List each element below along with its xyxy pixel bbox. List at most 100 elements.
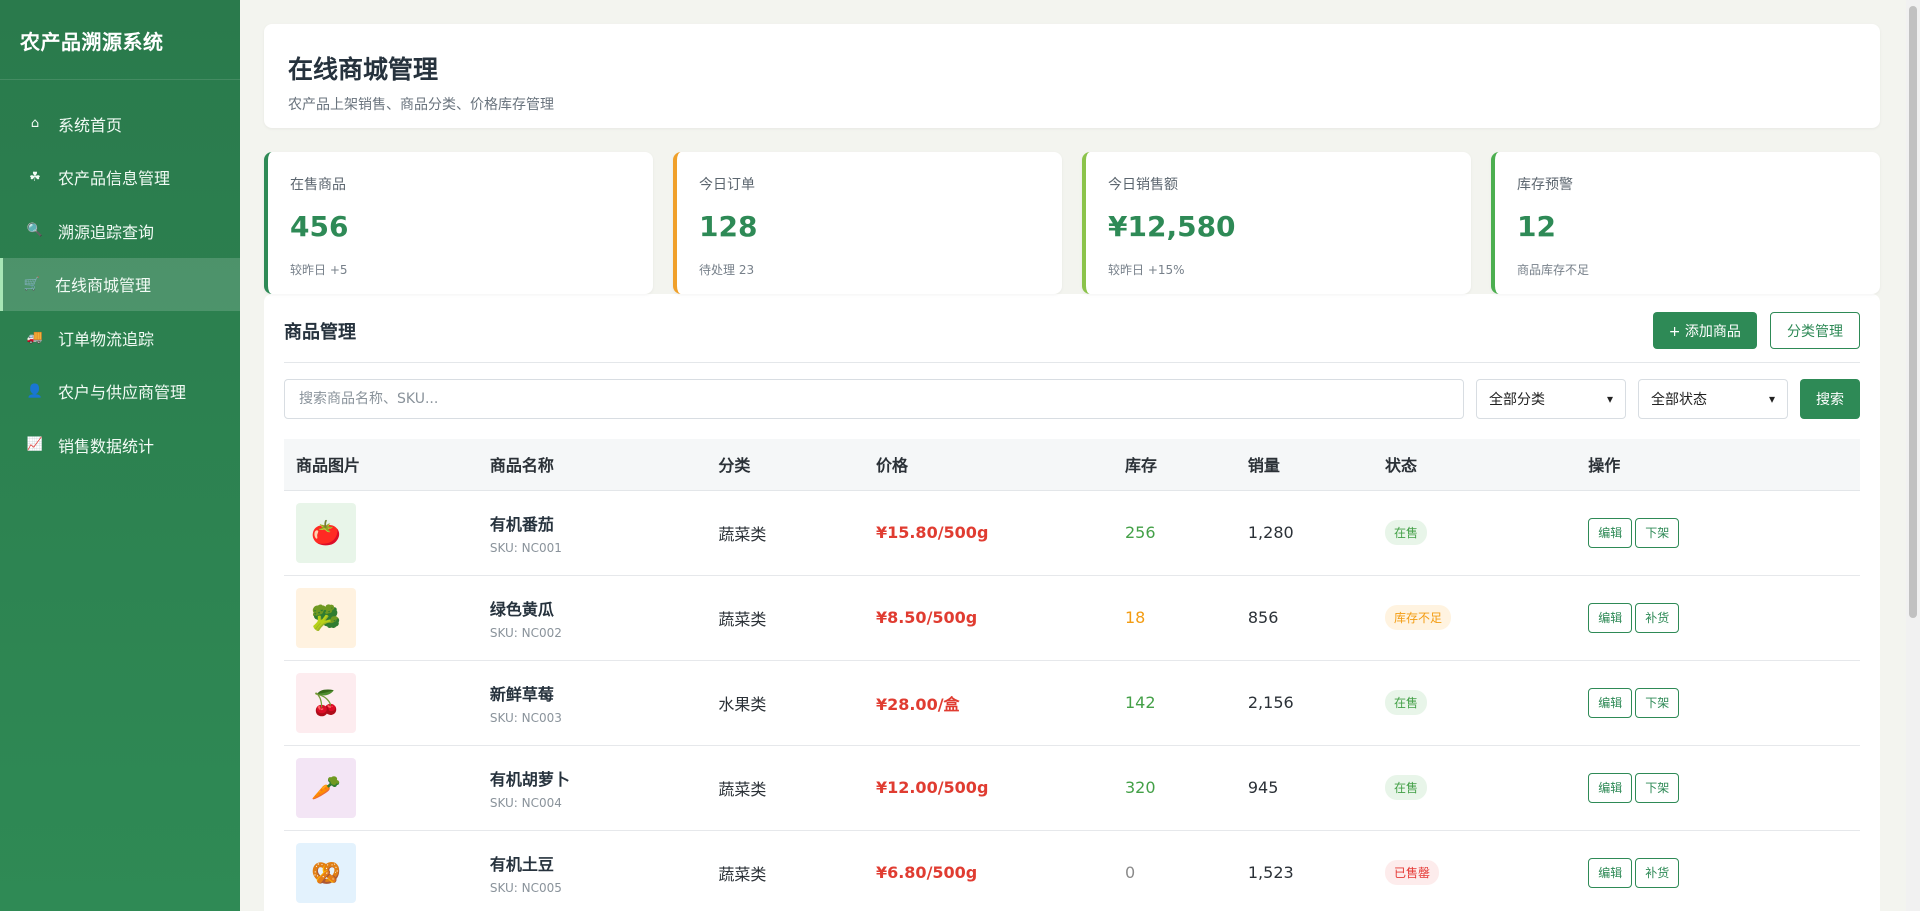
product-category: 蔬菜类 xyxy=(706,490,864,576)
edit-button[interactable]: 编辑 xyxy=(1588,602,1633,633)
table-row: 🥨 有机土豆 SKU: NC005 蔬菜类 ¥6.80/500g 0 1,523 已售罄 编辑补… xyxy=(284,830,1860,911)
nav-icon: 🔍 xyxy=(26,223,44,239)
product-name: 有机胡萝卜 xyxy=(489,769,570,789)
product-stock: 18 xyxy=(1112,575,1236,661)
stats-row: 在售商品 456 较昨日 +5 今日订单 128 待处理 23 今日销售额 ¥12,580 较昨… xyxy=(264,152,1880,294)
product-price: ¥8.50/500g xyxy=(863,575,1113,661)
scrollbar-track[interactable] xyxy=(1906,0,1920,911)
table-row: 🥦 绿色黄瓜 SKU: NC002 蔬菜类 ¥8.50/500g 18 856 库存不足 编辑补… xyxy=(284,575,1860,661)
column-header: 商品名称 xyxy=(477,439,707,491)
stat-note: 商品库存不足 xyxy=(1517,263,1590,277)
stat-label: 在售商品 xyxy=(290,177,346,193)
stat-note: 较昨日 +5 xyxy=(290,263,348,277)
row-action-button[interactable]: 补货 xyxy=(1635,857,1680,888)
stat-label: 今日销售额 xyxy=(1108,177,1178,193)
main-content: 在线商城管理 农产品上架销售、商品分类、价格库存管理 在售商品 456 较昨日 +5… xyxy=(240,0,1920,911)
product-stock: 0 xyxy=(1112,830,1236,911)
edit-button[interactable]: 编辑 xyxy=(1588,517,1633,548)
stat-value: 12 xyxy=(1517,210,1556,243)
product-sales: 945 xyxy=(1235,745,1373,831)
stat-note: 较昨日 +15% xyxy=(1108,263,1185,277)
nav-icon: 🚚 xyxy=(26,330,44,346)
product-name: 绿色黄瓜 xyxy=(489,599,554,619)
sidebar-item-label: 订单物流追踪 xyxy=(58,329,155,349)
product-sku: SKU: NC003 xyxy=(489,710,562,725)
sidebar-item-label: 农产品信息管理 xyxy=(58,169,171,189)
product-management-panel: 商品管理 + 添加商品 分类管理 全部分类 ▾ 全部状态 ▾ 搜索 商品图片商品… xyxy=(264,294,1880,911)
product-image: 🍒 xyxy=(296,672,356,733)
stat-card: 今日订单 128 待处理 23 xyxy=(673,152,1062,294)
sidebar-item-3[interactable]: 🛒 在线商城管理 xyxy=(0,257,240,311)
column-header: 销量 xyxy=(1235,439,1373,491)
table-row: 🥕 有机胡萝卜 SKU: NC004 蔬菜类 ¥12.00/500g 320 945 在售 编辑… xyxy=(284,745,1860,831)
product-table: 商品图片 商品名称 分类 价格 库存 销量 状态 操作 🍅 有机番茄 SKU: NC001 蔬菜类 ¥… xyxy=(284,439,1860,911)
status-select[interactable]: 全部状态 ▾ xyxy=(1638,379,1788,419)
product-category: 蔬菜类 xyxy=(706,575,864,661)
table-header-row: 商品图片 商品名称 分类 价格 库存 销量 状态 操作 xyxy=(284,439,1860,491)
category-select[interactable]: 全部分类 ▾ xyxy=(1476,379,1626,419)
table-row: 🍒 新鲜草莓 SKU: NC003 水果类 ¥28.00/盒 142 2,156 在售 编辑 下架 xyxy=(284,660,1860,746)
product-sales: 2,156 xyxy=(1235,660,1373,746)
product-price: ¥12.00/500g xyxy=(863,745,1113,831)
search-button[interactable]: 搜索 xyxy=(1800,379,1860,419)
status-badge: 在售 xyxy=(1384,690,1427,715)
page-subtitle: 农产品上架销售、商品分类、价格库存管理 xyxy=(288,97,554,113)
stat-value: 128 xyxy=(699,210,758,243)
stat-value: 456 xyxy=(290,210,349,243)
sidebar: 农产品溯源系统 ⌂ 系统首页 ☘ 农产品信息管理 🔍 溯源追踪查询 🛒 在线商城管理 🚚 订单物流… xyxy=(0,0,240,911)
edit-button[interactable]: 编辑 xyxy=(1588,772,1633,803)
sidebar-item-4[interactable]: 🚚 订单物流追踪 xyxy=(0,311,240,365)
row-action-button[interactable]: 补货 xyxy=(1635,602,1680,633)
add-product-button[interactable]: + 添加商品 xyxy=(1652,312,1757,349)
category-management-button[interactable]: 分类管理 xyxy=(1770,312,1860,349)
table-body: 🍅 有机番茄 SKU: NC001 蔬菜类 ¥15.80/500g 256 1,280 在售编… xyxy=(284,490,1860,911)
page-header: 在线商城管理 农产品上架销售、商品分类、价格库存管理 xyxy=(264,24,1880,128)
panel-title: 商品管理 xyxy=(284,321,356,343)
status-badge: 已售罄 xyxy=(1384,860,1439,885)
product-sku: SKU: NC001 xyxy=(489,540,562,555)
row-action-button[interactable]: 下架 xyxy=(1635,687,1680,718)
sidebar-item-2[interactable]: 🔍 溯源追踪查询 xyxy=(0,204,240,258)
nav-icon: ☘ xyxy=(29,169,41,185)
stat-card: 库存预警 12 商品库存不足 xyxy=(1491,152,1880,294)
product-image: 🍅 xyxy=(296,502,356,563)
product-image: 🥨 xyxy=(296,842,356,903)
column-header: 操作 xyxy=(1576,439,1860,491)
product-name: 有机土豆 xyxy=(489,854,554,874)
product-image: 🥕 xyxy=(296,757,356,818)
status-badge: 在售 xyxy=(1384,775,1427,800)
search-input[interactable] xyxy=(284,379,1464,419)
product-stock: 256 xyxy=(1112,490,1236,576)
sidebar-item-6[interactable]: 📈 销售数据统计 xyxy=(0,418,240,472)
edit-button[interactable]: 编辑 xyxy=(1588,857,1633,888)
scrollbar-thumb[interactable] xyxy=(1909,6,1917,618)
sidebar-item-label: 在线商城管理 xyxy=(55,276,152,296)
product-price: ¥15.80/500g xyxy=(863,490,1113,576)
sidebar-item-label: 溯源追踪查询 xyxy=(58,222,155,242)
table-row: 🍅 有机番茄 SKU: NC001 蔬菜类 ¥15.80/500g 256 1,280 在售 编… xyxy=(284,490,1860,576)
sidebar-item-label: 系统首页 xyxy=(58,115,123,135)
sidebar-item-label: 销售数据统计 xyxy=(58,436,155,456)
product-name: 有机番茄 xyxy=(489,514,554,534)
brand-title: 农产品溯源系统 xyxy=(0,0,240,80)
row-action-button[interactable]: 下架 xyxy=(1635,772,1680,803)
product-sales: 1,280 xyxy=(1235,490,1373,576)
sidebar-nav: ⌂ 系统首页 ☘ 农产品信息管理 🔍 溯源追踪查询 🛒 在线商城管理 🚚 订单物流追踪 👤 农户与供应… xyxy=(0,80,240,472)
sidebar-item-5[interactable]: 👤 农户与供应商管理 xyxy=(0,365,240,419)
product-category: 蔬菜类 xyxy=(706,745,864,831)
product-price: ¥6.80/500g xyxy=(863,830,1113,911)
sidebar-item-label: 农户与供应商管理 xyxy=(58,383,187,403)
product-sku: SKU: NC005 xyxy=(489,880,562,895)
product-price: ¥28.00/盒 xyxy=(863,660,1113,746)
edit-button[interactable]: 编辑 xyxy=(1588,687,1633,718)
sidebar-item-0[interactable]: ⌂ 系统首页 xyxy=(0,97,240,151)
stat-label: 库存预警 xyxy=(1517,177,1573,193)
nav-icon: 👤 xyxy=(26,383,44,399)
nav-icon: 📈 xyxy=(26,437,44,453)
status-select-value: 全部状态 xyxy=(1651,392,1707,408)
row-action-button[interactable]: 下架 xyxy=(1635,517,1680,548)
sidebar-item-1[interactable]: ☘ 农产品信息管理 xyxy=(0,151,240,205)
product-sku: SKU: NC002 xyxy=(489,625,562,640)
product-sales: 1,523 xyxy=(1235,830,1373,911)
stat-label: 今日订单 xyxy=(699,177,755,193)
